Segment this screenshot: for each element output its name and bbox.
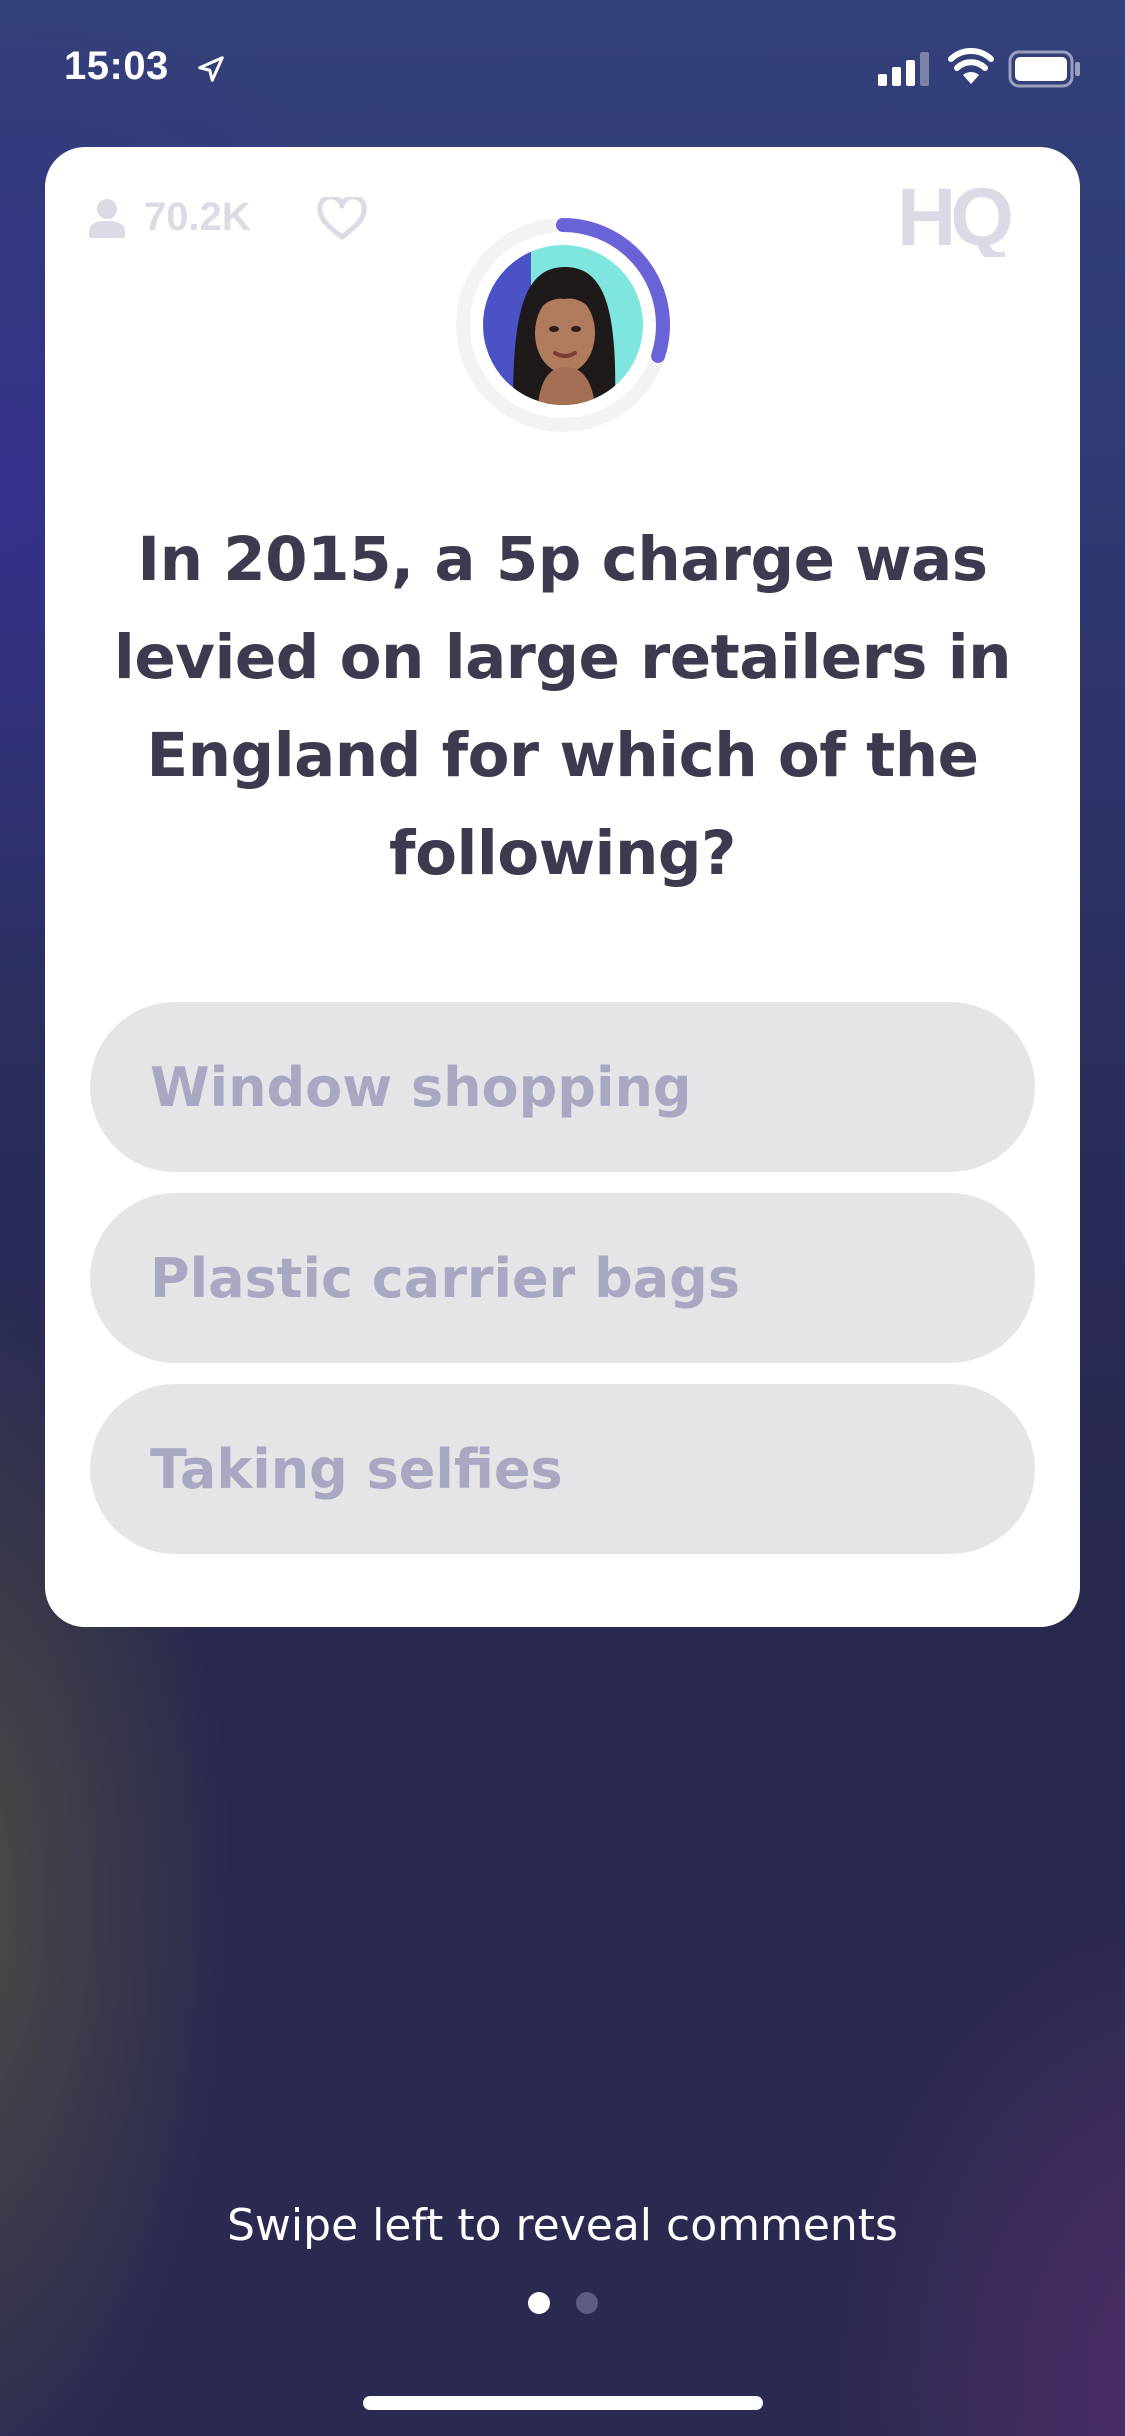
home-indicator[interactable] — [363, 2396, 763, 2410]
status-time: 15:03 — [64, 44, 169, 88]
answer-label: Window shopping — [150, 1055, 692, 1119]
question-card: 70.2K HQ In 2015, a 5p charge was levied… — [45, 147, 1080, 1627]
person-icon — [89, 198, 125, 238]
page-dot-active[interactable] — [527, 2292, 550, 2314]
viewer-count: 70.2K — [88, 195, 251, 240]
swipe-hint: Swipe left to reveal comments — [227, 2200, 898, 2251]
wifi-icon — [948, 48, 994, 84]
battery-icon — [1008, 50, 1080, 88]
host-timer — [453, 215, 673, 435]
hq-logo-text: HQ — [897, 177, 1011, 257]
answer-list: Window shopping Plastic carrier bags Tak… — [90, 1002, 1035, 1575]
hq-logo: HQ — [897, 177, 1017, 257]
cellular-signal-icon — [878, 52, 929, 86]
answer-option-3[interactable]: Taking selfies — [90, 1384, 1035, 1554]
viewer-count-text: 70.2K — [144, 195, 251, 239]
host-avatar — [483, 245, 643, 405]
heart-icon[interactable] — [317, 197, 367, 241]
question-text: In 2015, a 5p charge was levied on large… — [113, 524, 1012, 889]
answer-option-2[interactable]: Plastic carrier bags — [90, 1193, 1035, 1363]
answer-option-1[interactable]: Window shopping — [90, 1002, 1035, 1172]
answer-label: Plastic carrier bags — [150, 1246, 740, 1310]
location-arrow-icon — [198, 56, 224, 82]
answer-label: Taking selfies — [150, 1437, 563, 1501]
status-bar: 15:03 — [0, 0, 1125, 135]
page-indicator[interactable] — [0, 2292, 1125, 2314]
page-dot[interactable] — [575, 2292, 598, 2314]
